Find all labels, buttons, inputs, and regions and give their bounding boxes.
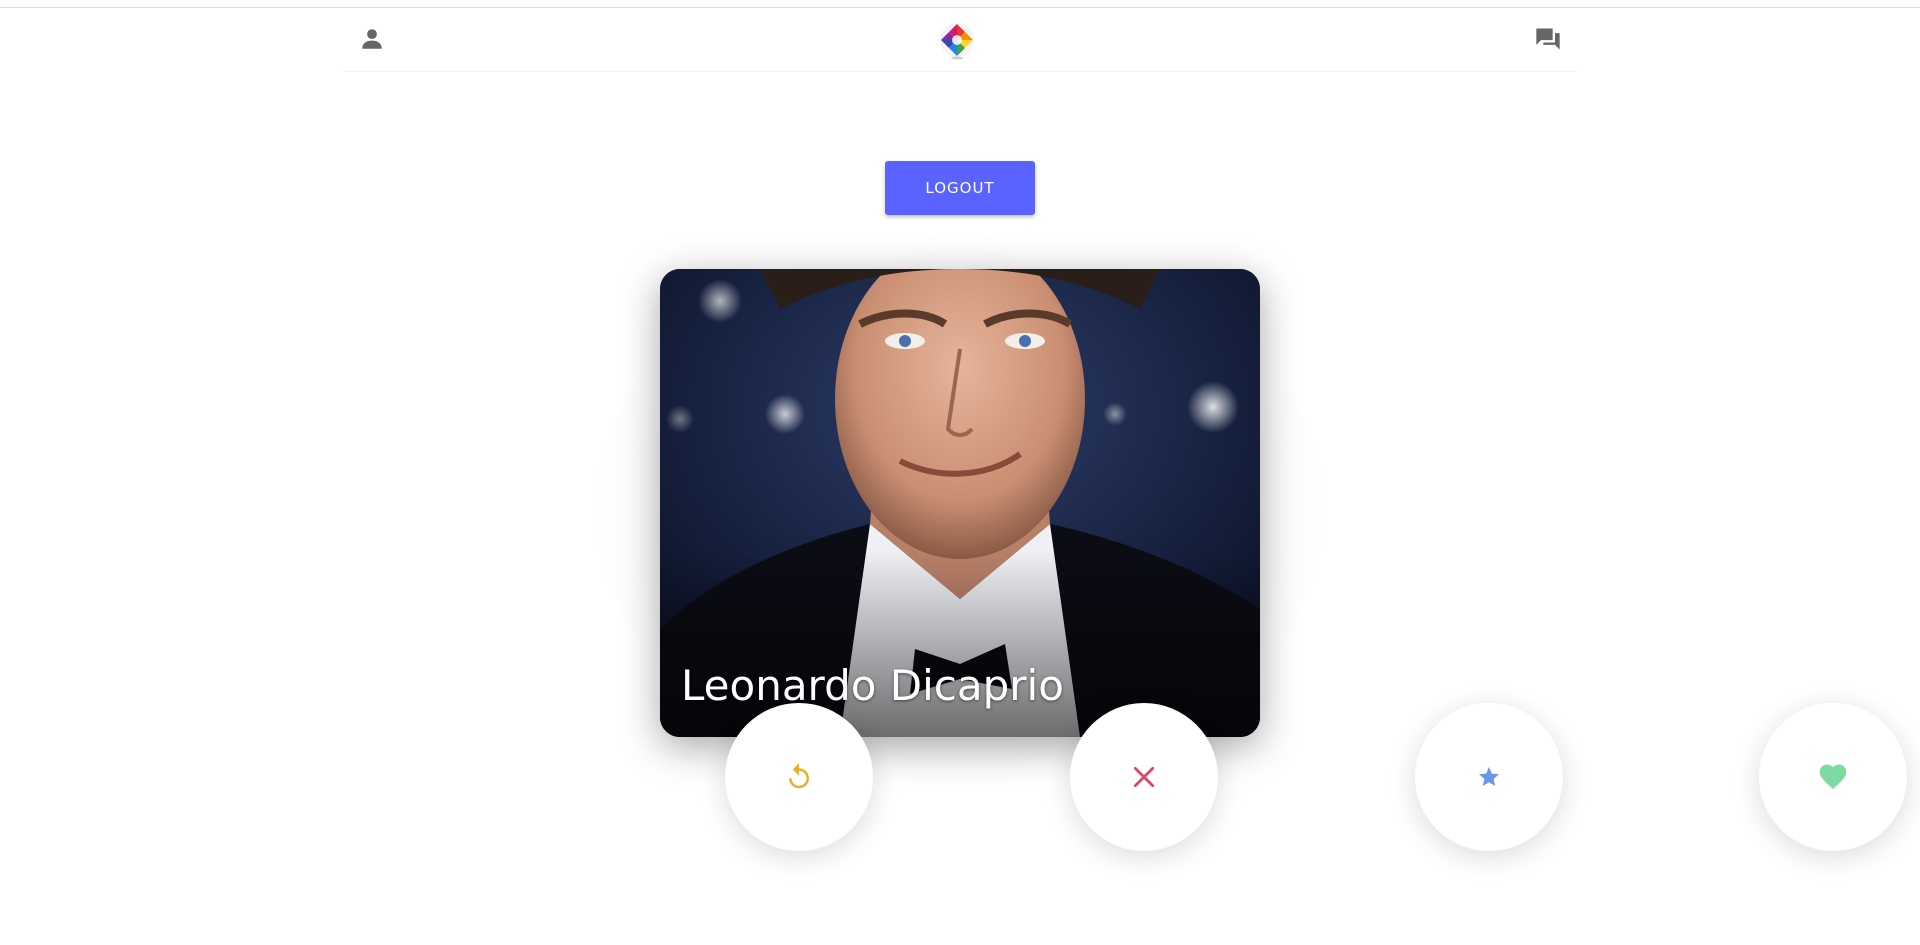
profile-name: Leonardo Dicaprio (681, 661, 1064, 710)
logout-button[interactable]: LOGOUT (885, 161, 1035, 215)
chat-bubbles-icon (1536, 28, 1560, 50)
messages-button[interactable] (1528, 19, 1568, 59)
profile-card[interactable]: Leonardo Dicaprio (660, 269, 1260, 737)
app-header (343, 8, 1577, 72)
profile-button[interactable] (352, 19, 392, 59)
heart-icon (1819, 764, 1847, 789)
nope-button[interactable] (1070, 703, 1218, 851)
app-logo-icon[interactable] (936, 19, 978, 61)
star-icon (1479, 767, 1499, 786)
like-button[interactable] (1759, 703, 1907, 851)
person-icon (362, 29, 382, 49)
rewind-button[interactable] (725, 703, 873, 851)
close-icon (1133, 766, 1155, 788)
rewind-icon (789, 763, 809, 789)
super-like-button[interactable] (1415, 703, 1563, 851)
